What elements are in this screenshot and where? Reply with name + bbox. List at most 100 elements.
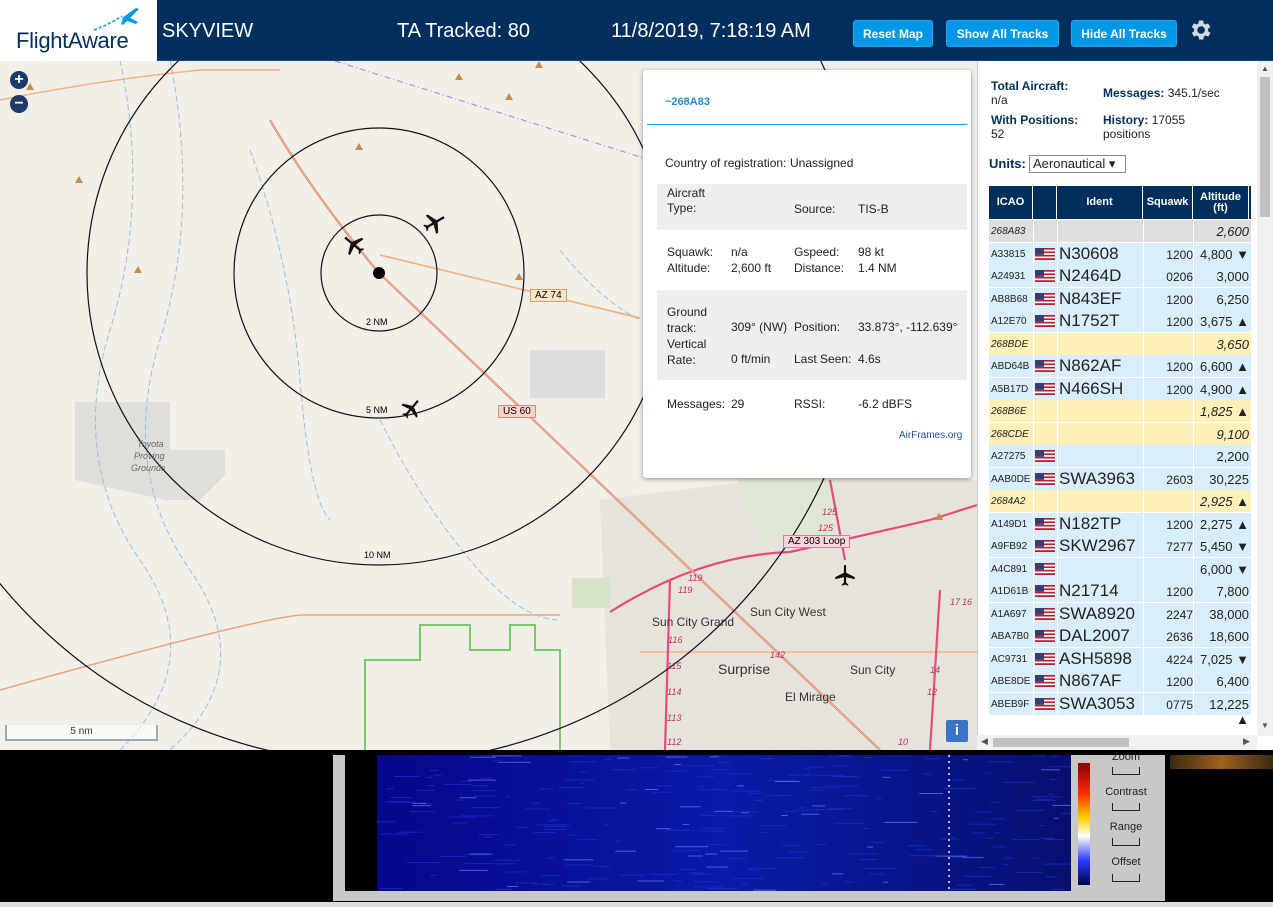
road-label: AZ 303 Loop <box>783 535 851 548</box>
show-all-tracks-button[interactable]: Show All Tracks <box>946 20 1059 47</box>
scroll-left-icon[interactable]: ◀ <box>981 736 988 747</box>
road-label: 14 <box>930 665 941 675</box>
cell-separator <box>1057 422 1058 445</box>
cell-separator <box>1033 422 1034 445</box>
road-label: 119 <box>688 573 703 583</box>
aircraft-icon-selected[interactable] <box>340 231 368 259</box>
sidebar-horizontal-scrollbar[interactable]: ◀ ▶ <box>977 735 1257 750</box>
us-flag-icon <box>1035 607 1055 620</box>
offset-slider[interactable] <box>1112 874 1140 882</box>
cell-separator <box>1057 377 1058 400</box>
table-row[interactable]: A33815 N30608 1200 4,800 ▼ <box>989 242 1251 265</box>
table-row[interactable]: A149D1 N182TP 1200 2,275 ▲ <box>989 512 1251 535</box>
flightaware-logo[interactable]: FlightAware <box>0 0 157 61</box>
row-ident: N843EF <box>1059 288 1122 308</box>
cell-separator <box>1057 355 1058 377</box>
aircraft-icon[interactable] <box>420 209 448 237</box>
table-row[interactable]: A1A697 SWA8920 2247 38,000 <box>989 602 1251 625</box>
distance-value: 1.4 NM <box>858 261 897 275</box>
zoom-in-button[interactable]: + <box>10 71 28 89</box>
table-row[interactable]: A27275 2,200 <box>989 445 1251 467</box>
range-slider[interactable] <box>1112 838 1140 846</box>
hide-all-tracks-button[interactable]: Hide All Tracks <box>1071 20 1177 47</box>
waterfall-display[interactable] <box>345 755 1071 891</box>
table-row[interactable]: A24931 N2464D 0206 3,000 <box>989 265 1251 287</box>
table-row[interactable]: AAB0DESWA3963260330,225 ▲ <box>989 467 1251 502</box>
column-altitude[interactable]: Altitude (ft) <box>1193 186 1249 219</box>
row-squawk: 0206 <box>1166 270 1193 284</box>
aircraft-icon[interactable] <box>832 563 858 589</box>
airframes-link[interactable]: AirFrames.org <box>899 430 962 441</box>
table-row[interactable]: 268B6E 1,825 ▲ <box>989 400 1251 422</box>
cell-separator <box>1033 535 1034 557</box>
road-label: 119 <box>678 585 693 595</box>
table-row[interactable]: 268A83 2,600 <box>989 220 1251 242</box>
units-select[interactable]: Aeronautical ▾ <box>1029 155 1126 173</box>
row-ident: N21714 <box>1059 581 1119 600</box>
row-ident: N30608 <box>1059 243 1119 263</box>
rssi-label: RSSI: <box>794 397 826 411</box>
with-positions-label: With Positions: <box>991 113 1079 127</box>
cell-separator <box>1193 647 1194 670</box>
table-row[interactable]: A12E70 N1752T 1200 3,675 ▲ <box>989 310 1251 332</box>
horizontal-scrollbar-thumb[interactable] <box>993 738 1129 747</box>
scroll-down-icon[interactable]: ▼ <box>1261 721 1269 730</box>
map-info-button[interactable]: i <box>946 720 968 742</box>
scroll-up-icon[interactable]: ▲ <box>1261 64 1269 73</box>
popup-title[interactable]: ~268A83 <box>665 96 710 108</box>
row-icao: ABA7B0 <box>991 631 1029 642</box>
cell-separator <box>1143 580 1144 602</box>
colorbar-scale <box>1078 763 1090 885</box>
cell-separator <box>1193 692 1194 715</box>
column-squawk[interactable]: Squawk <box>1143 186 1193 219</box>
table-row[interactable]: A1D61B N21714 1200 7,800 <box>989 580 1251 602</box>
cell-separator <box>1193 400 1194 422</box>
table-row[interactable]: ABEB9F SWA3053 0775 12,225 ▲ <box>989 692 1251 727</box>
table-row[interactable]: ABA7B0DAL2007263618,600 ▲ <box>989 625 1251 659</box>
table-row[interactable]: AC9731 ASH5898 4224 7,025 ▼ <box>989 647 1251 670</box>
road-label: AZ 74 <box>530 289 567 302</box>
gear-icon[interactable] <box>1187 17 1213 43</box>
table-row[interactable]: ABE8DE N867AF 1200 6,400 <box>989 670 1251 692</box>
vertical-rate-value: 0 ft/min <box>731 352 771 366</box>
column-ident[interactable]: Ident <box>1057 186 1143 219</box>
row-squawk: 1200 <box>1166 585 1193 599</box>
table-row[interactable]: 2684A2 2,925 ▲ <box>989 490 1251 512</box>
row-altitude: 6,000 ▼ <box>1199 561 1249 577</box>
row-altitude: 6,250 <box>1216 291 1249 307</box>
cell-separator <box>1143 332 1144 355</box>
contrast-slider[interactable] <box>1112 803 1140 811</box>
place-label: Surprise <box>718 661 771 677</box>
table-row[interactable]: 268CDE 9,100 <box>989 422 1251 445</box>
zoom-out-button[interactable]: − <box>10 95 28 113</box>
row-altitude: 2,925 ▲ <box>1199 494 1249 509</box>
cell-separator <box>1193 557 1194 580</box>
cell-separator <box>1033 580 1034 602</box>
table-row[interactable]: AB8B68 N843EF 1200 6,250 <box>989 287 1251 310</box>
sidebar-vertical-scrollbar[interactable]: ▲ ▼ <box>1257 61 1273 736</box>
place-label: Sun City West <box>750 605 826 619</box>
row-altitude: 4,900 ▲ <box>1199 381 1249 397</box>
table-row[interactable]: ABD64B N862AF 1200 6,600 ▲ <box>989 355 1251 377</box>
table-row[interactable]: A9FB92 SKW2967 7277 5,450 ▼ <box>989 535 1251 557</box>
column-icao[interactable]: ICAO <box>989 186 1033 219</box>
column-flag[interactable] <box>1033 186 1057 219</box>
aircraft-icon[interactable] <box>398 396 424 422</box>
distance-label: Distance: <box>794 261 845 275</box>
reset-map-button[interactable]: Reset Map <box>853 20 933 47</box>
scrollbar-thumb[interactable] <box>1260 77 1270 217</box>
row-squawk: 4224 <box>1166 652 1193 667</box>
row-ident: SWA3053 <box>1059 693 1135 713</box>
table-row[interactable]: A4C891 6,000 ▼ <box>989 557 1251 580</box>
cell-separator <box>1057 490 1058 512</box>
scroll-right-icon[interactable]: ▶ <box>1243 736 1250 747</box>
cell-separator <box>1193 332 1194 355</box>
cell-separator <box>1193 490 1194 512</box>
total-aircraft-stat: Total Aircraft: n/a <box>991 79 1068 107</box>
position-label: Position: <box>794 320 841 334</box>
row-icao: A149D1 <box>991 518 1028 530</box>
table-row[interactable]: 268BDE 3,650 <box>989 332 1251 355</box>
zoom-slider[interactable] <box>1112 767 1140 775</box>
table-row[interactable]: A5B17D N466SH 1200 4,900 ▲ <box>989 377 1251 400</box>
road-label: 113 <box>667 713 682 723</box>
